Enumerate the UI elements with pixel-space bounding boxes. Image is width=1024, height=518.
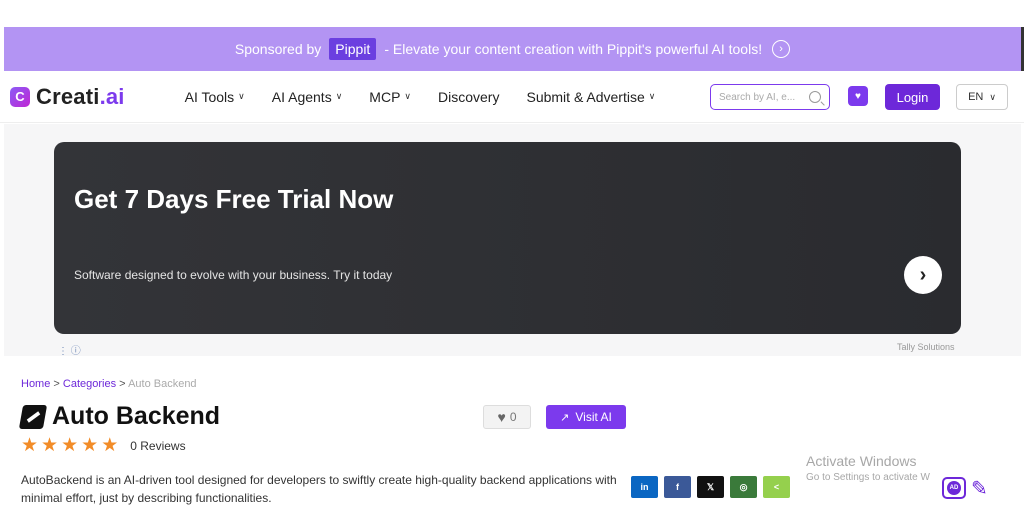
chevron-down-icon: ∨ [238, 91, 245, 101]
page: Sponsored by Pippit - Elevate your conte… [0, 0, 1024, 518]
breadcrumb-categories[interactable]: Categories [63, 378, 116, 390]
search-input[interactable]: Search by AI, e... [710, 84, 830, 110]
chevron-down-icon: ∨ [648, 91, 656, 101]
breadcrumb-current: Auto Backend [128, 378, 197, 390]
main-nav: C Creati.ai AI Tools ∨ AI Agents ∨ MCP ∨ Di… [0, 71, 1024, 123]
search-placeholder: Search by AI, e... [719, 91, 796, 103]
nav-item-mcp[interactable]: MCP ∨ [369, 89, 411, 105]
arrow-right-circle-icon[interactable]: › [772, 40, 791, 58]
sponsor-brand[interactable]: Pippit [329, 38, 377, 60]
ad-info-icon[interactable]: ⋮ ⓘ [58, 342, 81, 357]
nav-menu: AI Tools ∨ AI Agents ∨ MCP ∨ Discovery Subm… [185, 89, 683, 105]
chevron-right-icon[interactable]: › [904, 256, 942, 294]
logo-text: Creati.ai [36, 83, 125, 109]
breadcrumb-home[interactable]: Home [21, 378, 50, 390]
ad-badge-icon[interactable]: AD [942, 477, 966, 499]
visit-ai-button[interactable]: ↗ Visit AI [546, 405, 626, 429]
page-title: Auto Backend [52, 402, 221, 430]
sponsor-message: - Elevate your content creation with Pip… [384, 41, 763, 57]
star-icon[interactable]: ★ [21, 434, 38, 457]
nav-item-submit-advertise[interactable]: Submit & Advertise ∨ [526, 89, 655, 105]
share-buttons: in f 𝕏 ◎ < [631, 476, 796, 498]
share-button[interactable]: < [763, 476, 790, 498]
logo[interactable]: C Creati.ai [10, 84, 125, 110]
x-share-button[interactable]: 𝕏 [697, 476, 724, 498]
windows-activation-watermark: Activate Windows Go to Settings to activ… [806, 453, 930, 483]
linkedin-share-button[interactable]: in [631, 476, 658, 498]
language-select[interactable]: EN ∨ [956, 84, 1008, 110]
chevron-down-icon: ∨ [335, 91, 343, 101]
chevron-down-icon: ∨ [989, 91, 996, 102]
tool-description: AutoBackend is an AI-driven tool designe… [21, 473, 617, 505]
logo-icon: C [10, 86, 30, 107]
search-icon[interactable] [809, 91, 821, 103]
ad-banner[interactable]: Get 7 Days Free Trial Now Software desig… [54, 142, 961, 334]
chevron-down-icon: ∨ [404, 91, 412, 101]
ad-source[interactable]: Tally Solutions [897, 342, 955, 352]
favorites-heart-icon[interactable]: ♥ [848, 86, 868, 106]
login-button[interactable]: Login [885, 84, 940, 110]
review-count[interactable]: 0 Reviews [130, 439, 185, 453]
tool-logo-icon [18, 404, 48, 429]
nav-item-discovery[interactable]: Discovery [438, 89, 499, 105]
nav-item-ai-tools[interactable]: AI Tools ∨ [185, 89, 245, 105]
like-button[interactable]: ♥ 0 [483, 405, 531, 429]
nav-item-ai-agents[interactable]: AI Agents ∨ [272, 89, 343, 105]
breadcrumb: Home > Categories > Auto Backend [21, 378, 197, 390]
sponsor-banner[interactable]: Sponsored by Pippit - Elevate your conte… [4, 27, 1021, 71]
star-icon[interactable]: ★ [41, 434, 58, 457]
edit-icon[interactable]: ✎ [971, 476, 995, 500]
top-gap [0, 0, 1024, 27]
heart-icon: ♥ [497, 409, 506, 425]
star-icon[interactable]: ★ [101, 434, 118, 457]
star-icon[interactable]: ★ [61, 434, 78, 457]
ad-subtext: Software designed to evolve with your bu… [74, 268, 393, 282]
rating: ★ ★ ★ ★ ★ 0 Reviews [21, 434, 186, 457]
facebook-share-button[interactable]: f [664, 476, 691, 498]
whatsapp-share-button[interactable]: ◎ [730, 476, 757, 498]
external-link-icon: ↗ [560, 411, 570, 424]
sponsor-prefix: Sponsored by [234, 41, 322, 57]
tool-title-row: Auto Backend [18, 402, 221, 431]
star-icon[interactable]: ★ [81, 434, 98, 457]
ad-headline: Get 7 Days Free Trial Now [74, 184, 394, 214]
like-count: 0 [509, 410, 517, 424]
